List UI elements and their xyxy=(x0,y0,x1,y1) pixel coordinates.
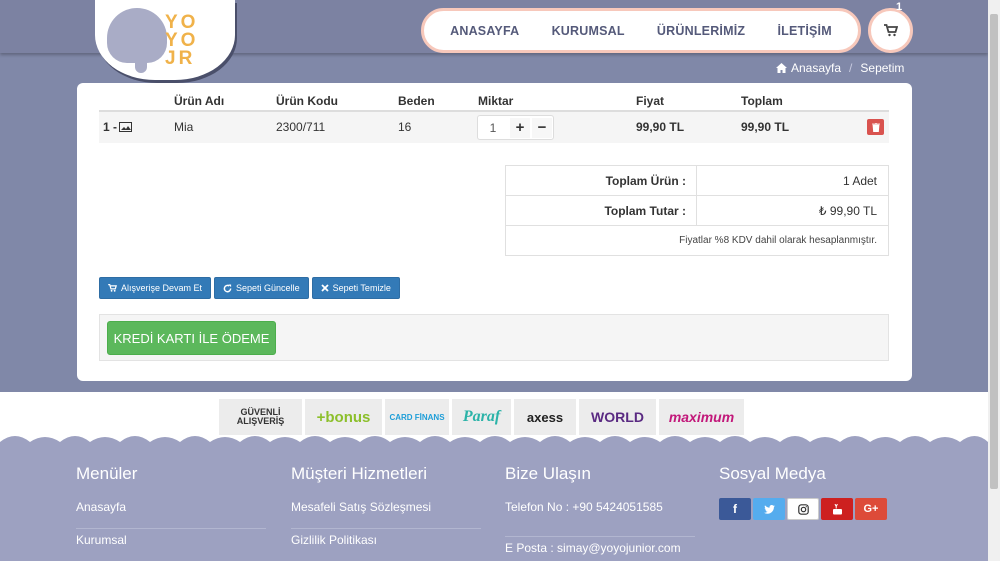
footer-contact: Bize Ulaşın Telefon No : +90 5424051585 … xyxy=(505,464,695,561)
cart-count-badge: 1 xyxy=(896,1,903,13)
col-price: Fiyat xyxy=(636,94,665,108)
refresh-icon xyxy=(223,283,232,292)
summary-total-items: Toplam Ürün : 1 Adet xyxy=(506,166,888,196)
social-links: f G+ xyxy=(719,498,887,520)
total-amount-value: ₺ 99,90 TL xyxy=(818,204,877,218)
home-icon xyxy=(776,63,787,73)
table-row: 1 - Mia 2300/711 16 1 + − 99,90 TL 99,90… xyxy=(99,112,889,143)
vat-note: Fiyatlar %8 KDV dahil olarak hesaplanmış… xyxy=(679,235,877,246)
footer-link-corporate[interactable]: Kurumsal xyxy=(76,531,266,561)
col-name: Ürün Adı xyxy=(174,94,225,108)
col-size: Beden xyxy=(398,94,435,108)
logo-text: YO YO JR xyxy=(165,12,199,69)
footer-customer-title: Müşteri Hizmetleri xyxy=(291,464,428,483)
cart-button[interactable] xyxy=(868,8,913,53)
cardfinans-logo: CARD FİNANS xyxy=(385,399,449,435)
footer-link-distance-sales[interactable]: Mesafeli Satış Sözleşmesi xyxy=(291,498,481,529)
quantity-input[interactable]: 1 xyxy=(478,121,508,135)
youtube-icon[interactable] xyxy=(821,498,853,520)
table-header: Ürün Adı Ürün Kodu Beden Miktar Fiyat To… xyxy=(99,89,889,112)
cart-table: Ürün Adı Ürün Kodu Beden Miktar Fiyat To… xyxy=(99,89,889,143)
twitter-icon[interactable] xyxy=(753,498,785,520)
total-items-value: 1 Adet xyxy=(842,174,877,188)
scrollbar[interactable] xyxy=(988,0,1000,561)
footer-contact-title: Bize Ulaşın xyxy=(505,464,591,483)
contact-email: E Posta : simay@yoyojunior.com xyxy=(505,541,681,555)
paraf-logo: Paraf xyxy=(452,399,511,435)
footer-menus-title: Menüler xyxy=(76,464,138,483)
elephant-mascot-icon xyxy=(107,8,167,73)
col-code: Ürün Kodu xyxy=(276,94,338,108)
footer-menus: Menüler Anasayfa Kurumsal xyxy=(76,464,266,561)
row-index: 1 - xyxy=(103,120,118,134)
instagram-icon[interactable] xyxy=(787,498,819,520)
footer-link-privacy[interactable]: Gizlilik Politikası xyxy=(291,531,481,561)
scrollbar-thumb[interactable] xyxy=(990,14,998,489)
quantity-stepper: 1 + − xyxy=(477,115,554,140)
nav-contact[interactable]: İLETİŞİM xyxy=(777,24,831,38)
decrease-qty-button[interactable]: − xyxy=(532,117,552,138)
google-plus-icon[interactable]: G+ xyxy=(855,498,887,520)
total-items-label: Toplam Ürün : xyxy=(506,166,697,195)
credit-card-payment-button[interactable]: KREDİ KARTI İLE ÖDEME xyxy=(107,321,276,355)
world-logo: WORLD xyxy=(579,399,656,435)
footer-social-title: Sosyal Medya xyxy=(719,464,826,483)
nav-corporate[interactable]: KURUMSAL xyxy=(552,24,625,38)
product-price: 99,90 TL xyxy=(636,120,685,134)
col-qty: Miktar xyxy=(478,94,514,108)
main-nav: ANASAYFA KURUMSAL ÜRÜNLERİMİZ İLETİŞİM xyxy=(421,8,861,53)
breadcrumb-separator: / xyxy=(849,61,853,75)
increase-qty-button[interactable]: + xyxy=(510,117,530,138)
cart-actions: Alışverişe Devam Et Sepeti Güncelle Sepe… xyxy=(99,277,400,299)
cart-card: Ürün Adı Ürün Kodu Beden Miktar Fiyat To… xyxy=(77,83,912,381)
payment-panel: KREDİ KARTI İLE ÖDEME xyxy=(99,314,889,361)
product-code: 2300/711 xyxy=(276,120,326,134)
footer-social: Sosyal Medya f G+ xyxy=(719,464,887,520)
continue-shopping-button[interactable]: Alışverişe Devam Et xyxy=(99,277,212,299)
product-name: Mia xyxy=(174,120,194,134)
secure-shopping-logo: GÜVENLİ ALIŞVERİŞ xyxy=(219,399,302,435)
total-amount-label: Toplam Tutar : xyxy=(506,196,697,225)
cart-summary: Toplam Ürün : 1 Adet Toplam Tutar : ₺ 99… xyxy=(505,165,889,256)
breadcrumb: Anasayfa / Sepetim xyxy=(776,61,904,75)
image-icon xyxy=(119,122,132,132)
nav-home[interactable]: ANASAYFA xyxy=(450,24,519,38)
breadcrumb-current: Sepetim xyxy=(860,61,905,75)
facebook-icon[interactable]: f xyxy=(719,498,751,520)
update-cart-button[interactable]: Sepeti Güncelle xyxy=(214,277,309,299)
trash-icon xyxy=(871,122,880,132)
site-footer: Menüler Anasayfa Kurumsal Müşteri Hizmet… xyxy=(0,452,988,561)
summary-total-amount: Toplam Tutar : ₺ 99,90 TL xyxy=(506,196,888,226)
maximum-logo: maximum xyxy=(659,399,744,435)
cart-icon xyxy=(108,284,117,292)
clear-cart-button[interactable]: Sepeti Temizle xyxy=(311,277,400,299)
product-total: 99,90 TL xyxy=(741,120,790,134)
payment-logos: GÜVENLİ ALIŞVERİŞ +bonus CARD FİNANS Par… xyxy=(219,399,744,435)
product-size: 16 xyxy=(398,120,412,134)
contact-phone: Telefon No : +90 5424051585 xyxy=(505,498,695,537)
nav-products[interactable]: ÜRÜNLERİMİZ xyxy=(657,24,745,38)
bonus-logo: +bonus xyxy=(305,399,382,435)
close-icon xyxy=(320,284,329,292)
breadcrumb-home[interactable]: Anasayfa xyxy=(791,61,841,75)
footer-customer-service: Müşteri Hizmetleri Mesafeli Satış Sözleş… xyxy=(291,464,481,561)
cart-icon xyxy=(883,24,898,37)
col-total: Toplam xyxy=(741,94,783,108)
site-logo[interactable]: YO YO JR xyxy=(95,0,235,80)
footer-link-home[interactable]: Anasayfa xyxy=(76,498,266,529)
delete-item-button[interactable] xyxy=(867,119,884,135)
axess-logo: axess xyxy=(514,399,576,435)
